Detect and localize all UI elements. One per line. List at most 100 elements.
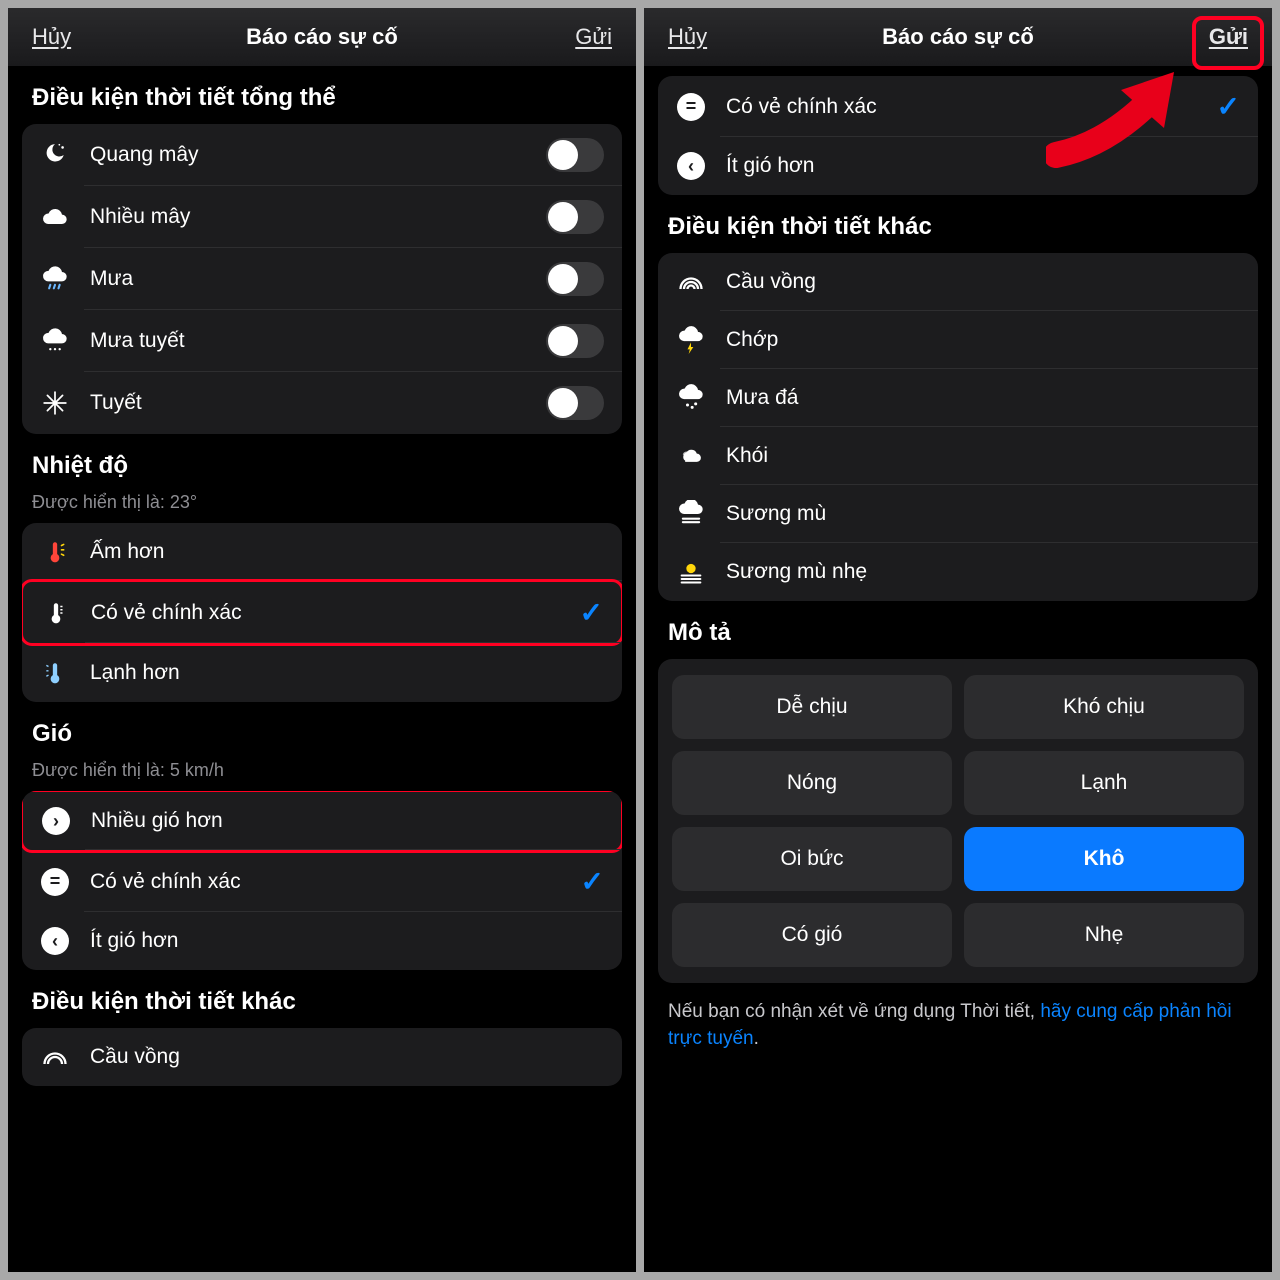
row-rain[interactable]: Mưa bbox=[22, 248, 622, 310]
more-icon: › bbox=[41, 806, 71, 836]
footnote: Nếu bạn có nhận xét về ứng dụng Thời tiế… bbox=[658, 983, 1258, 1052]
temp-card: Ấm hơn Có vẻ chính xác ✓ Lạnh hơn bbox=[22, 523, 622, 702]
row-label: Lạnh hơn bbox=[90, 661, 604, 685]
hail-icon bbox=[676, 383, 706, 413]
other-card-peek: Cầu vồng bbox=[22, 1028, 622, 1086]
toggle[interactable] bbox=[546, 324, 604, 358]
section-overall-title: Điều kiện thời tiết tổng thể bbox=[22, 66, 622, 124]
row-label: Ấm hơn bbox=[90, 540, 604, 564]
row-label: Khói bbox=[726, 444, 1240, 468]
row-label: Ít gió hơn bbox=[90, 929, 604, 953]
less-icon: ‹ bbox=[40, 926, 70, 956]
chip-có-gió[interactable]: Có gió bbox=[672, 903, 952, 967]
cancel-button[interactable]: Hủy bbox=[32, 24, 71, 50]
row-label: Cầu vồng bbox=[90, 1045, 604, 1069]
cancel-button[interactable]: Hủy bbox=[668, 24, 707, 50]
row-rainbow-peek[interactable]: Cầu vồng bbox=[22, 1028, 622, 1086]
send-button[interactable]: Gửi bbox=[1209, 24, 1248, 50]
row-less-wind[interactable]: ‹ Ít gió hơn bbox=[22, 912, 622, 970]
thermometer-hot-icon bbox=[40, 537, 70, 567]
page-title: Báo cáo sự cố bbox=[882, 24, 1034, 50]
row-label: Tuyết bbox=[90, 391, 526, 415]
thermometer-icon bbox=[41, 598, 71, 628]
row-label: Chớp bbox=[726, 328, 1240, 352]
thermometer-cold-icon bbox=[40, 658, 70, 688]
content-left: Điều kiện thời tiết tổng thể Quang mây N… bbox=[8, 66, 636, 1272]
lightning-icon bbox=[676, 325, 706, 355]
row-haze[interactable]: Sương mù nhẹ bbox=[658, 543, 1258, 601]
header: Hủy Báo cáo sự cố Gửi bbox=[644, 8, 1272, 66]
section-wind-subtitle: Được hiển thị là: 5 km/h bbox=[22, 760, 622, 791]
row-label: Có vẻ chính xác bbox=[91, 601, 560, 625]
cloud-icon bbox=[40, 202, 70, 232]
fog-icon bbox=[676, 499, 706, 529]
smoke-icon bbox=[676, 441, 706, 471]
checkmark-icon: ✓ bbox=[581, 865, 604, 898]
chip-nhẹ[interactable]: Nhẹ bbox=[964, 903, 1244, 967]
section-temp-title: Nhiệt độ bbox=[22, 434, 622, 492]
screen-left: Hủy Báo cáo sự cố Gửi Điều kiện thời tiế… bbox=[8, 8, 636, 1272]
toggle[interactable] bbox=[546, 386, 604, 420]
row-accurate-highlighted[interactable]: Có vẻ chính xác ✓ bbox=[22, 579, 622, 646]
wind-card: › Nhiều gió hơn = Có vẻ chính xác ✓ ‹ Ít… bbox=[22, 791, 622, 970]
row-accurate-wind[interactable]: = Có vẻ chính xác ✓ bbox=[22, 851, 622, 912]
row-hail[interactable]: Mưa đá bbox=[658, 369, 1258, 427]
row-fog[interactable]: Sương mù bbox=[658, 485, 1258, 543]
row-accurate-wind[interactable]: = Có vẻ chính xác ✓ bbox=[658, 76, 1258, 137]
haze-icon bbox=[676, 557, 706, 587]
rainbow-icon bbox=[40, 1042, 70, 1072]
footnote-text: Nếu bạn có nhận xét về ứng dụng Thời tiế… bbox=[668, 1001, 1040, 1022]
row-label: Quang mây bbox=[90, 143, 526, 167]
page-title: Báo cáo sự cố bbox=[246, 24, 398, 50]
section-other-title: Điều kiện thời tiết khác bbox=[22, 970, 622, 1028]
chip-khô[interactable]: Khô bbox=[964, 827, 1244, 891]
toggle[interactable] bbox=[546, 262, 604, 296]
row-label: Nhiều gió hơn bbox=[91, 809, 603, 833]
equals-icon: = bbox=[676, 92, 706, 122]
row-lightning[interactable]: Chớp bbox=[658, 311, 1258, 369]
chip-khó-chịu[interactable]: Khó chịu bbox=[964, 675, 1244, 739]
row-rainbow[interactable]: Cầu vồng bbox=[658, 253, 1258, 311]
row-label: Mưa bbox=[90, 267, 526, 291]
section-other-title: Điều kiện thời tiết khác bbox=[658, 195, 1258, 253]
equals-icon: = bbox=[40, 867, 70, 897]
screen-right: Hủy Báo cáo sự cố Gửi = Có vẻ chính xác … bbox=[644, 8, 1272, 1272]
checkmark-icon: ✓ bbox=[1217, 90, 1240, 123]
less-icon: ‹ bbox=[676, 151, 706, 181]
row-label: Cầu vồng bbox=[726, 270, 1240, 294]
section-wind-title: Gió bbox=[22, 702, 622, 760]
row-label: Ít gió hơn bbox=[726, 154, 1240, 178]
sleet-icon bbox=[40, 326, 70, 356]
row-less-wind[interactable]: ‹ Ít gió hơn bbox=[658, 137, 1258, 195]
chip-oi-bức[interactable]: Oi bức bbox=[672, 827, 952, 891]
row-label: Mưa tuyết bbox=[90, 329, 526, 353]
row-label: Có vẻ chính xác bbox=[90, 870, 561, 894]
row-smoke[interactable]: Khói bbox=[658, 427, 1258, 485]
content-right: = Có vẻ chính xác ✓ ‹ Ít gió hơn Điều ki… bbox=[644, 66, 1272, 1272]
row-label: Có vẻ chính xác bbox=[726, 95, 1197, 119]
chip-nóng[interactable]: Nóng bbox=[672, 751, 952, 815]
chip-dễ-chịu[interactable]: Dễ chịu bbox=[672, 675, 952, 739]
desc-card: Dễ chịuKhó chịuNóngLạnhOi bứcKhôCó gióNh… bbox=[658, 659, 1258, 983]
chip-lạnh[interactable]: Lạnh bbox=[964, 751, 1244, 815]
send-button[interactable]: Gửi bbox=[575, 24, 612, 50]
toggle[interactable] bbox=[546, 138, 604, 172]
wind-card-tail: = Có vẻ chính xác ✓ ‹ Ít gió hơn bbox=[658, 76, 1258, 195]
row-sleet[interactable]: Mưa tuyết bbox=[22, 310, 622, 372]
row-label: Sương mù bbox=[726, 502, 1240, 526]
moon-icon bbox=[40, 140, 70, 170]
row-clear[interactable]: Quang mây bbox=[22, 124, 622, 186]
checkmark-icon: ✓ bbox=[580, 596, 603, 629]
row-colder[interactable]: Lạnh hơn bbox=[22, 644, 622, 702]
section-desc-title: Mô tả bbox=[658, 601, 1258, 659]
toggle[interactable] bbox=[546, 200, 604, 234]
row-snow[interactable]: Tuyết bbox=[22, 372, 622, 434]
row-more-wind-highlighted[interactable]: › Nhiều gió hơn bbox=[22, 791, 622, 853]
header: Hủy Báo cáo sự cố Gửi bbox=[8, 8, 636, 66]
row-cloudy[interactable]: Nhiều mây bbox=[22, 186, 622, 248]
row-label: Mưa đá bbox=[726, 386, 1240, 410]
rainbow-icon bbox=[676, 267, 706, 297]
other-card: Cầu vồng Chớp Mưa đá Khói Sương mù Sương… bbox=[658, 253, 1258, 601]
row-warmer[interactable]: Ấm hơn bbox=[22, 523, 622, 581]
rain-icon bbox=[40, 264, 70, 294]
